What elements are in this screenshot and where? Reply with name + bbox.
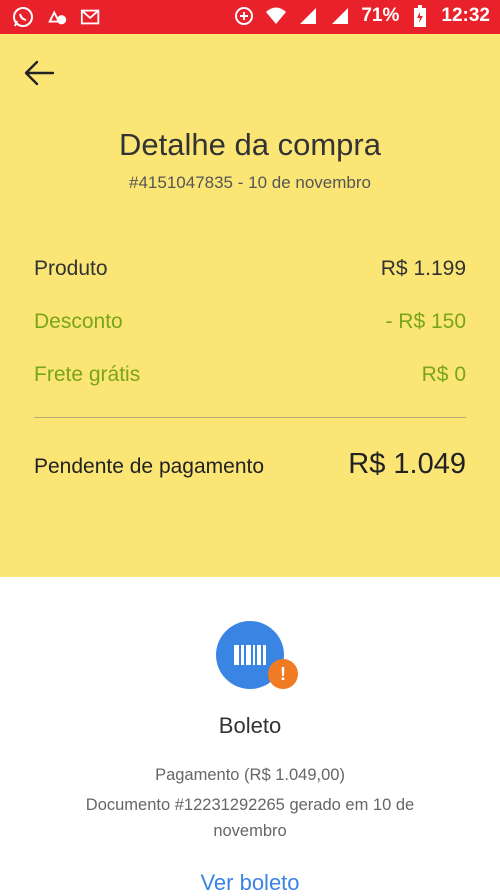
row-label: Desconto <box>34 310 123 333</box>
mail-alert-icon <box>80 6 102 28</box>
back-arrow-icon <box>24 60 55 86</box>
status-notifications <box>12 6 102 28</box>
battery-percent: 71% <box>361 5 400 26</box>
divider <box>34 417 466 418</box>
status-system: 71% 12:32 <box>233 5 490 27</box>
battery-charging-icon <box>409 5 431 27</box>
total-value: R$ 1.049 <box>348 448 466 480</box>
total-row: Pendente de pagamento R$ 1.049 <box>34 448 466 481</box>
whatsapp-icon <box>12 6 34 28</box>
summary-row-discount: Desconto - R$ 150 <box>34 310 466 334</box>
data-saver-icon <box>233 5 255 27</box>
signal-icon-2 <box>329 5 351 27</box>
page-title: Detalhe da compra <box>119 127 381 162</box>
order-subtitle: #4151047835 - 10 de novembro <box>129 173 371 192</box>
clock: 12:32 <box>441 5 490 26</box>
payment-method-name: Boleto <box>218 713 282 738</box>
row-value: - R$ 150 <box>385 310 466 333</box>
payment-document: Documento #12231292265 gerado em 10 de n… <box>85 796 415 840</box>
row-label: Produto <box>34 257 108 280</box>
purchase-summary-panel <box>0 34 500 577</box>
row-label: Frete grátis <box>34 363 141 386</box>
payment-amount: Pagamento (R$ 1.049,00) <box>155 766 345 784</box>
wifi-icon <box>265 5 287 27</box>
pending-alert-icon: ! <box>268 659 298 689</box>
summary-row-shipping: Frete grátis R$ 0 <box>34 363 466 387</box>
row-value: R$ 1.199 <box>380 257 466 280</box>
view-boleto-link[interactable]: Ver boleto <box>0 870 500 896</box>
signal-icon-1 <box>297 5 319 27</box>
back-button[interactable] <box>22 56 56 90</box>
status-bar: 71% 12:32 <box>0 0 500 34</box>
total-label: Pendente de pagamento <box>34 455 265 478</box>
summary-row-product: Produto R$ 1.199 <box>34 257 466 281</box>
recycle-alert-icon <box>46 6 68 28</box>
row-value: R$ 0 <box>421 363 466 386</box>
